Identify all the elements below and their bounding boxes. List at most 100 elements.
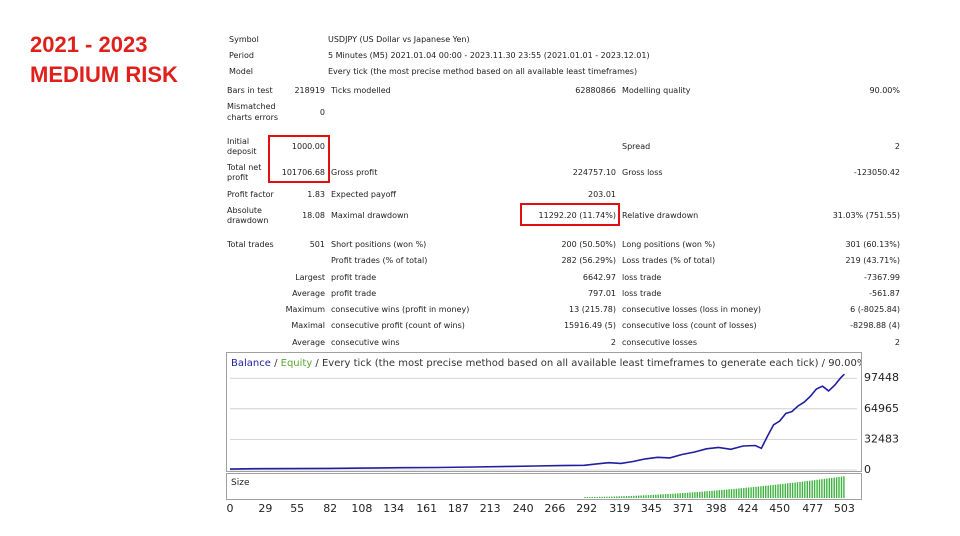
size-bar xyxy=(735,488,738,498)
size-bar xyxy=(811,480,813,498)
y-tick-label: 0 xyxy=(864,463,871,476)
grossprofit-value: 224757.10 xyxy=(572,168,616,177)
maximal-label: Maximal xyxy=(291,321,325,330)
x-tick-label: 0 xyxy=(227,502,234,515)
x-axis: 0 29 55 82 108 134 161 187 213 240 266 292 319 345 371… xyxy=(227,502,855,515)
size-bar xyxy=(789,483,791,498)
long-label: Long positions (won %) xyxy=(622,240,716,249)
reldd-value: 31.03% (751.55) xyxy=(832,211,900,220)
loss-trades-label: Loss trades (% of total) xyxy=(622,256,716,265)
size-bar xyxy=(784,483,786,498)
ticks-label: Ticks modelled xyxy=(331,86,391,95)
loss-trades-value: 219 (43.71%) xyxy=(845,256,900,265)
payoff-value: 203.01 xyxy=(588,190,616,199)
size-bar xyxy=(740,488,742,498)
y-axis: 0 32483 64965 97448 xyxy=(864,371,899,476)
avg-wins-value: 2 xyxy=(610,338,616,347)
size-bar xyxy=(765,485,767,498)
symbol-label: Symbol xyxy=(229,35,259,44)
size-bar xyxy=(835,477,838,498)
size-bar xyxy=(738,488,740,498)
absdd-label-2: drawdown xyxy=(227,216,269,225)
size-bar xyxy=(816,479,818,498)
size-bar xyxy=(630,495,633,498)
balance-chart: Balance / Equity / Every tick (the most … xyxy=(226,352,866,472)
average-loss-label: loss trade xyxy=(622,289,662,298)
period-value: 5 Minutes (M5) 2021.01.04 00:00 - 2023.1… xyxy=(328,51,650,60)
x-tick-label: 503 xyxy=(834,502,855,515)
trades-value: 501 xyxy=(309,240,325,249)
size-bar xyxy=(674,493,677,498)
size-bar xyxy=(682,493,684,498)
size-bar xyxy=(606,496,608,498)
maximal-profit-label: consecutive profit (count of wins) xyxy=(331,321,465,330)
size-bar xyxy=(633,495,635,498)
size-bar xyxy=(804,481,806,498)
size-bar xyxy=(762,486,764,498)
short-label: Short positions (won %) xyxy=(331,240,427,249)
deposit-profit-highlight xyxy=(268,135,330,183)
netprofit-label-2: profit xyxy=(227,173,249,182)
x-tick-label: 371 xyxy=(673,502,694,515)
average-loss-value: -561.87 xyxy=(869,289,900,298)
size-bar xyxy=(840,476,843,498)
size-label: Size xyxy=(231,478,250,488)
size-bar xyxy=(769,485,772,498)
maximal-loss-label: consecutive loss (count of losses) xyxy=(622,321,757,330)
short-value: 200 (50.50%) xyxy=(561,240,616,249)
size-bar xyxy=(796,482,799,498)
size-bar xyxy=(723,489,725,498)
size-bar xyxy=(620,496,623,498)
payoff-label: Expected payoff xyxy=(331,190,396,199)
size-bar xyxy=(760,486,762,498)
size-bar xyxy=(679,493,681,498)
spread-value: 2 xyxy=(894,142,900,151)
size-bar xyxy=(782,483,784,498)
maxdd-label: Maximal drawdown xyxy=(331,211,409,220)
size-bar xyxy=(713,490,716,498)
x-tick-label: 55 xyxy=(290,502,304,515)
size-bar xyxy=(669,493,672,498)
deposit-label-1: Initial xyxy=(227,137,250,146)
largest-profit-value: 6642.97 xyxy=(582,273,616,282)
x-tick-label: 266 xyxy=(544,502,565,515)
avg-wins-label: consecutive wins xyxy=(331,338,400,347)
balance-line xyxy=(229,373,845,470)
size-bar xyxy=(799,481,801,498)
size-bar xyxy=(828,478,830,498)
size-bar xyxy=(826,478,828,498)
size-bar xyxy=(647,495,650,498)
size-bar xyxy=(584,497,586,498)
size-bar xyxy=(718,490,720,498)
legend-separator: / xyxy=(271,358,281,369)
size-bar xyxy=(640,495,642,498)
x-tick-label: 187 xyxy=(448,502,469,515)
size-bar xyxy=(750,487,752,498)
legend-equity: Equity xyxy=(281,358,313,369)
x-tick-label: 108 xyxy=(351,502,372,515)
largest-loss-label: loss trade xyxy=(622,273,662,282)
size-bar xyxy=(716,490,718,498)
legend-description: / Every tick (the most precise method ba… xyxy=(312,358,861,369)
headline-period: 2021 - 2023 xyxy=(30,32,148,57)
size-bar xyxy=(704,491,706,498)
avg-losses-label: consecutive losses xyxy=(622,338,698,347)
profit-trades-value: 282 (56.29%) xyxy=(561,256,616,265)
x-tick-label: 319 xyxy=(609,502,630,515)
x-tick-label: 450 xyxy=(769,502,790,515)
size-bar xyxy=(608,496,611,498)
x-tick-label: 134 xyxy=(383,502,404,515)
size-bar xyxy=(598,496,601,498)
size-bar xyxy=(650,495,652,498)
grossloss-label: Gross loss xyxy=(622,168,663,177)
size-bar xyxy=(752,487,755,498)
quality-value: 90.00% xyxy=(869,86,900,95)
max-losses-value: 6 (-8025.84) xyxy=(850,305,900,314)
maximum-label: Maximum xyxy=(285,305,325,314)
size-bar xyxy=(694,492,696,498)
maximal-loss-value: -8298.88 (4) xyxy=(850,321,900,330)
size-bar xyxy=(616,496,618,498)
size-bar xyxy=(596,496,598,498)
x-tick-label: 213 xyxy=(480,502,501,515)
x-tick-label: 29 xyxy=(258,502,272,515)
